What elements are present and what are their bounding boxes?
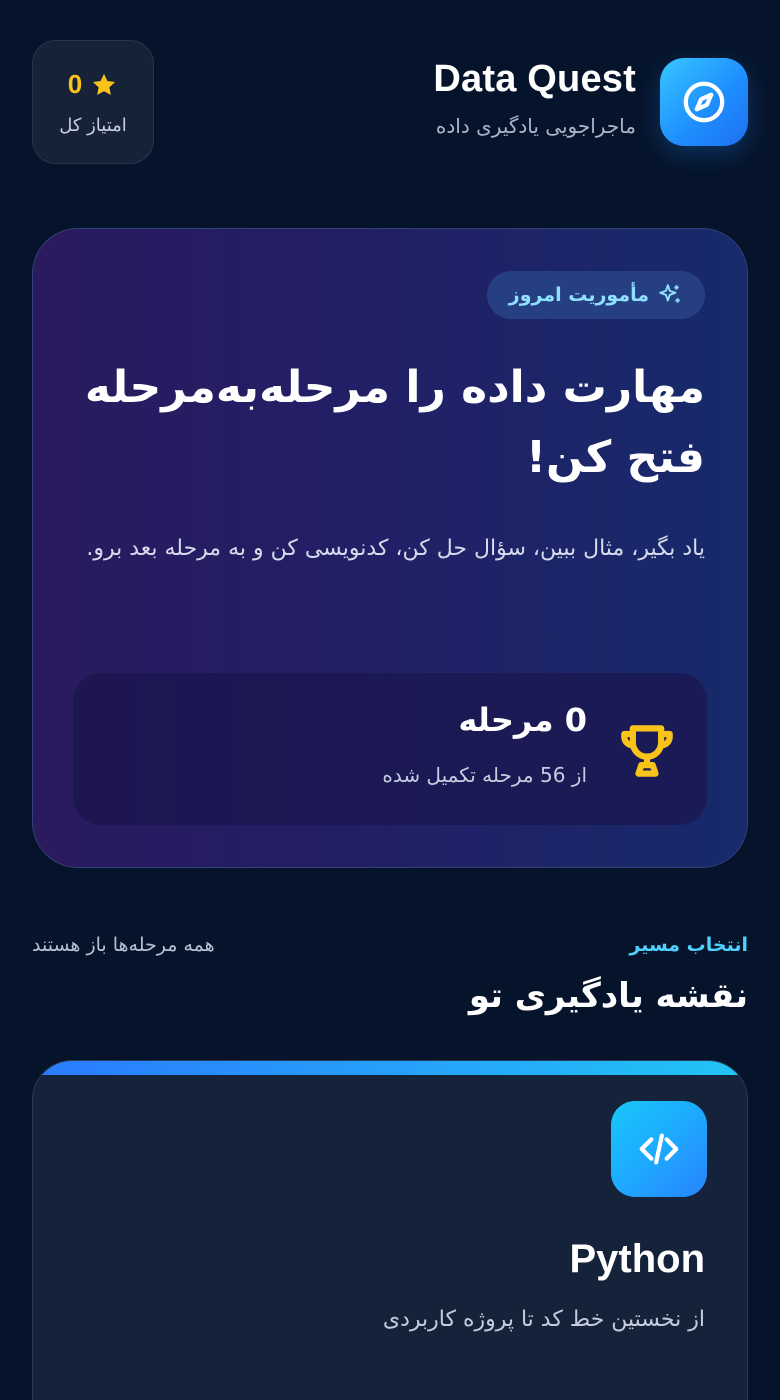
score-label: امتیاز کل bbox=[59, 115, 127, 136]
app-subtitle: ماجراجویی یادگیری داده bbox=[435, 114, 636, 138]
section-note: همه مرحله‌ها باز هستند bbox=[32, 934, 215, 956]
score-value: 0 bbox=[67, 69, 83, 99]
star-icon bbox=[93, 73, 116, 95]
section-kicker: انتخاب مسیر bbox=[629, 934, 748, 956]
path-name: Python bbox=[569, 1237, 705, 1281]
sparkles-icon bbox=[659, 284, 680, 303]
mission-hero-card: مأموریت امروز مهارت داده را مرحله‌به‌مرح… bbox=[32, 228, 748, 868]
completed-stages: 0 مرحله bbox=[458, 701, 587, 739]
mission-badge: مأموریت امروز bbox=[486, 271, 705, 319]
trophy-icon bbox=[621, 725, 673, 777]
path-card-accent bbox=[33, 1061, 747, 1075]
path-description: از نخستین خط کد تا پروژه کاربردی bbox=[382, 1307, 705, 1332]
path-card-python[interactable]: Python از نخستین خط کد تا پروژه کاربردی bbox=[32, 1060, 748, 1400]
hero-title: مهارت داده را مرحله‌به‌مرحله فتح کن! bbox=[84, 362, 705, 483]
app-title: Data Quest bbox=[433, 58, 636, 100]
completed-stages-caption: از 56 مرحله تکمیل شده bbox=[382, 763, 587, 787]
compass-icon bbox=[683, 81, 725, 123]
path-icon-tile bbox=[611, 1101, 707, 1197]
total-score-card[interactable]: 0 امتیاز کل bbox=[32, 40, 154, 164]
mission-badge-label: مأموریت امروز bbox=[508, 284, 649, 306]
section-title: نقشه یادگیری تو bbox=[468, 976, 748, 1016]
progress-summary: 0 مرحله از 56 مرحله تکمیل شده bbox=[73, 673, 707, 825]
code-icon bbox=[639, 1133, 679, 1165]
hero-description: یاد بگیر، مثال ببین، سؤال حل کن، کدنویسی… bbox=[86, 536, 705, 561]
app-logo bbox=[660, 58, 748, 146]
